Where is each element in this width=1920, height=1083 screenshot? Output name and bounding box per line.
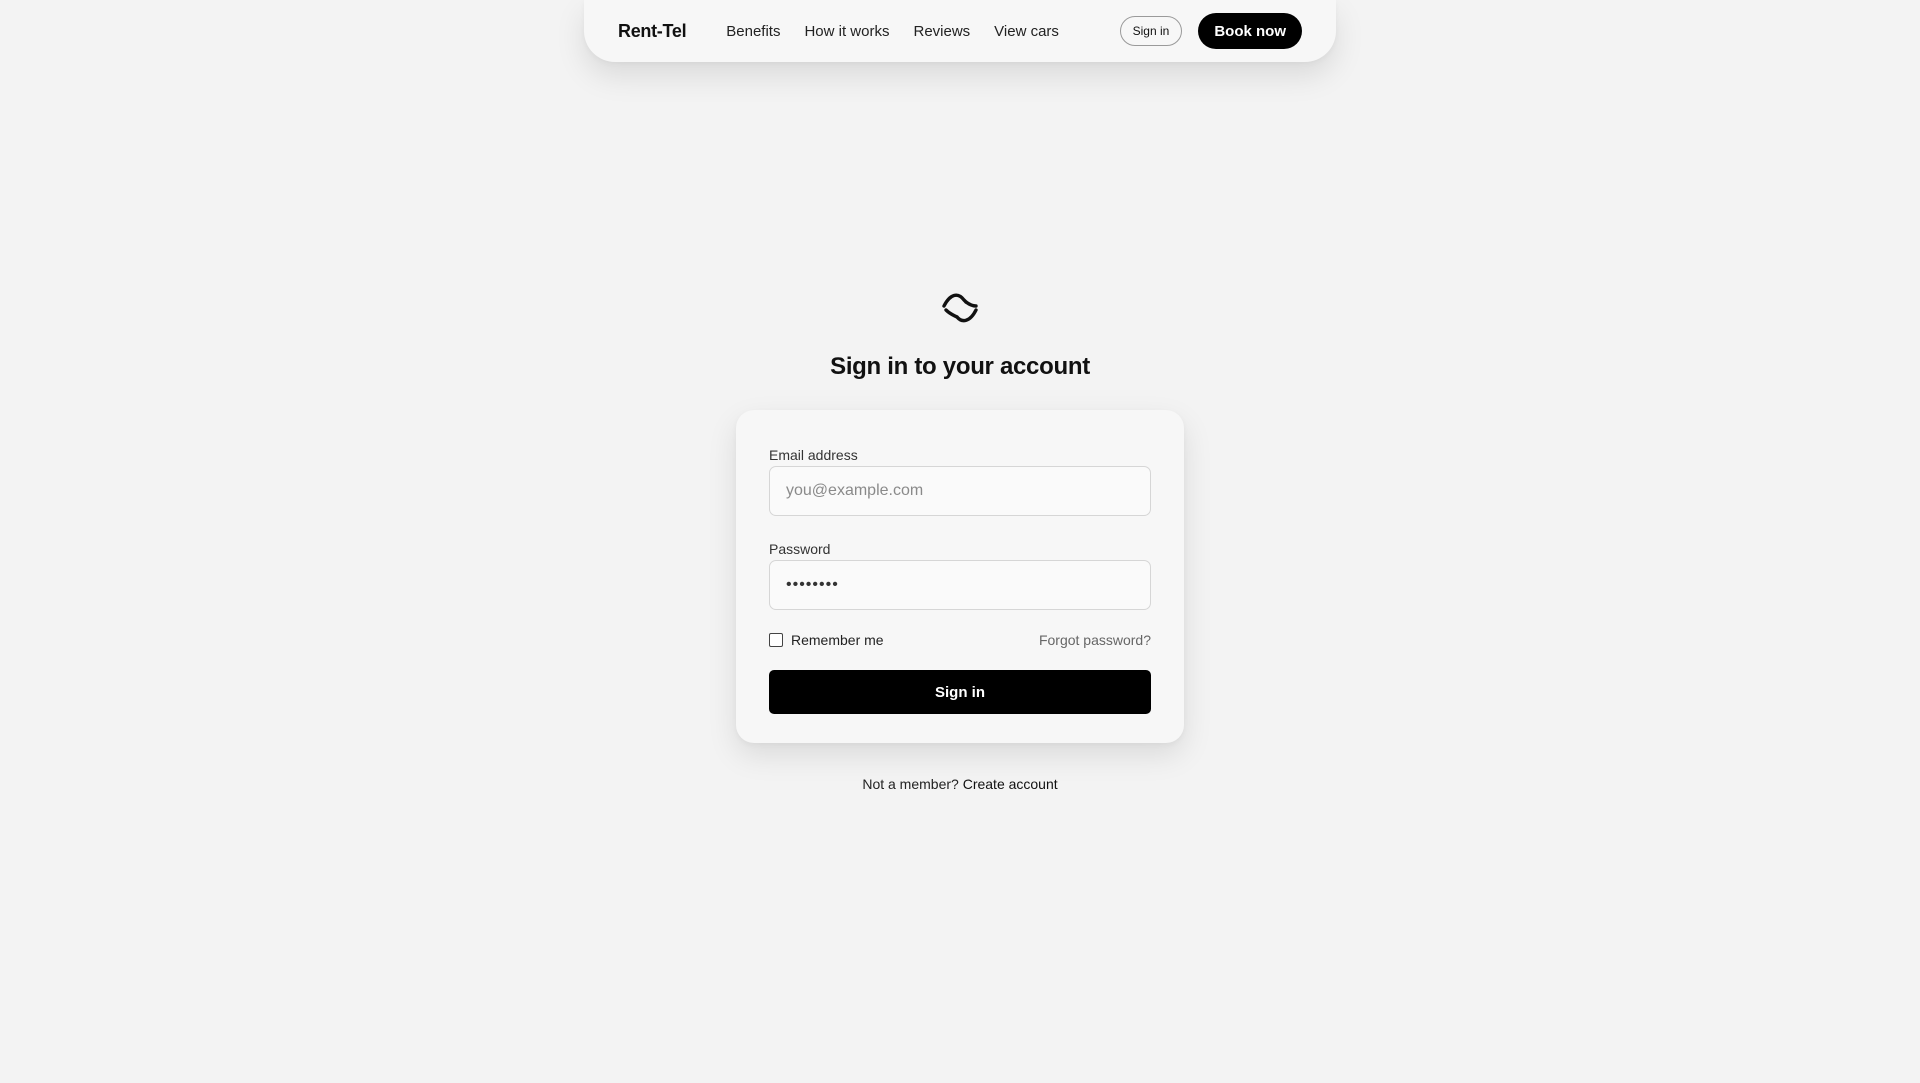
not-member-text: Not a member? bbox=[862, 776, 959, 792]
nav-sign-in-button[interactable]: Sign in bbox=[1119, 16, 1183, 46]
book-now-button[interactable]: Book now bbox=[1198, 13, 1302, 49]
top-navbar: Rent-Tel Benefits How it works Reviews V… bbox=[584, 0, 1336, 62]
create-account-prompt: Not a member? Create account bbox=[0, 776, 1920, 792]
nav-link-reviews[interactable]: Reviews bbox=[913, 23, 970, 40]
wave-logo-icon bbox=[942, 293, 978, 323]
brand-logo[interactable]: Rent-Tel bbox=[618, 21, 687, 42]
sign-in-card: Email address Password Remember me Forgo… bbox=[736, 410, 1184, 743]
options-row: Remember me Forgot password? bbox=[769, 630, 1151, 650]
email-field[interactable] bbox=[769, 466, 1151, 516]
create-account-link[interactable]: Create account bbox=[963, 776, 1058, 792]
nav-link-how-it-works[interactable]: How it works bbox=[804, 23, 889, 40]
remember-me-label[interactable]: Remember me bbox=[791, 632, 884, 648]
remember-me-checkbox[interactable] bbox=[769, 633, 783, 647]
remember-me: Remember me bbox=[769, 632, 884, 648]
email-label: Email address bbox=[769, 447, 858, 463]
nav-actions: Sign in Book now bbox=[1119, 13, 1302, 49]
nav-links: Benefits How it works Reviews View cars bbox=[726, 23, 1059, 40]
forgot-password-link[interactable]: Forgot password? bbox=[1039, 632, 1151, 648]
page-title: Sign in to your account bbox=[830, 353, 1090, 380]
sign-in-submit-button[interactable]: Sign in bbox=[769, 670, 1151, 714]
nav-link-benefits[interactable]: Benefits bbox=[726, 23, 780, 40]
password-label: Password bbox=[769, 541, 831, 557]
password-field[interactable] bbox=[769, 560, 1151, 610]
nav-link-view-cars[interactable]: View cars bbox=[994, 23, 1059, 40]
